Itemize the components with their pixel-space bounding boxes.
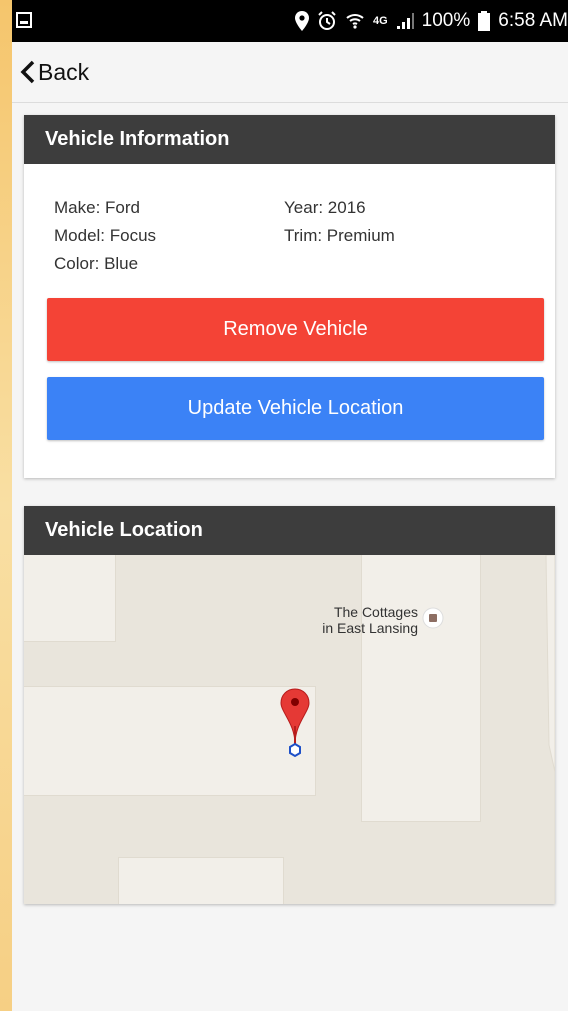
- vehicle-color: Color: Blue: [54, 254, 139, 273]
- background-stripe: [0, 0, 12, 1011]
- battery-icon: [478, 11, 491, 31]
- wifi-icon: [346, 14, 364, 29]
- vehicle-year: Year: 2016: [284, 198, 366, 217]
- vehicle-trim: Trim: Premium: [284, 226, 395, 245]
- vehicle-location-pin-icon[interactable]: [280, 688, 310, 764]
- network-type: 4G: [372, 15, 388, 27]
- status-icons: 4G 100% 6:58 AM: [294, 0, 568, 42]
- alarm-icon: [318, 11, 336, 30]
- poi-name-line1: The Cottages: [333, 604, 418, 620]
- clock: 6:58 AM: [498, 10, 568, 31]
- vehicle-information-header: Vehicle Information: [24, 115, 555, 164]
- poi-marker-icon[interactable]: [422, 607, 444, 629]
- vehicle-location-map[interactable]: The Cottages in East Lansing: [24, 555, 555, 904]
- poi-label: The Cottages in East Lansing: [296, 604, 418, 636]
- location-icon: [294, 11, 309, 31]
- vehicle-information-body: Make: Ford Model: Focus Color: Blue Year…: [24, 164, 555, 478]
- chevron-left-icon: [20, 60, 35, 84]
- update-vehicle-location-button[interactable]: Update Vehicle Location: [47, 377, 544, 440]
- phone-screen: 4G 100% 6:58 AM Back Vehicle Information: [12, 0, 568, 1011]
- remove-vehicle-button[interactable]: Remove Vehicle: [47, 298, 544, 361]
- vehicle-details-right: Year: 2016 Trim: Premium: [284, 194, 395, 250]
- top-app-bar: Back: [12, 42, 568, 103]
- vehicle-information-card: Vehicle Information Make: Ford Model: Fo…: [24, 115, 555, 478]
- back-button[interactable]: Back: [20, 54, 89, 90]
- signal-icon: [396, 13, 414, 29]
- vehicle-model: Model: Focus: [54, 226, 157, 245]
- vehicle-details-left: Make: Ford Model: Focus Color: Blue: [54, 194, 156, 278]
- back-label: Back: [38, 58, 90, 85]
- vehicle-location-card: Vehicle Location The Cottages in East La…: [24, 506, 555, 904]
- gallery-notification-icon: [16, 12, 32, 28]
- status-bar: 4G 100% 6:58 AM: [12, 0, 568, 42]
- vehicle-location-header: Vehicle Location: [24, 506, 555, 555]
- poi-name-line2: in East Lansing: [322, 620, 418, 636]
- vehicle-make: Make: Ford: [54, 198, 140, 217]
- battery-percent: 100%: [421, 10, 471, 31]
